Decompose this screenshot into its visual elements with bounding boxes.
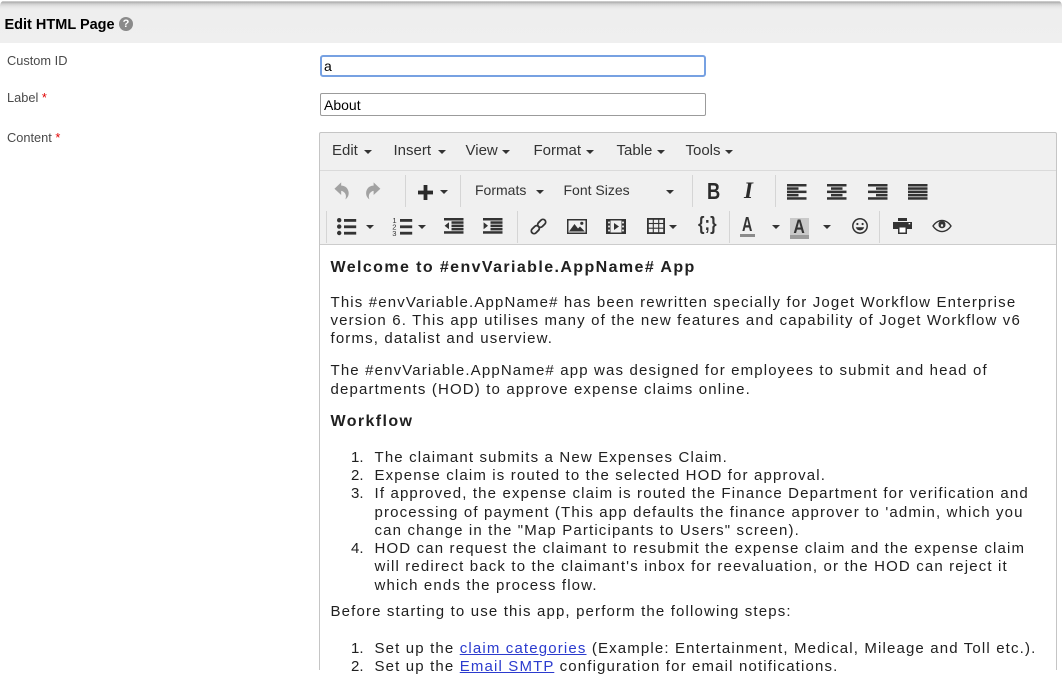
- svg-text:3: 3: [392, 228, 396, 237]
